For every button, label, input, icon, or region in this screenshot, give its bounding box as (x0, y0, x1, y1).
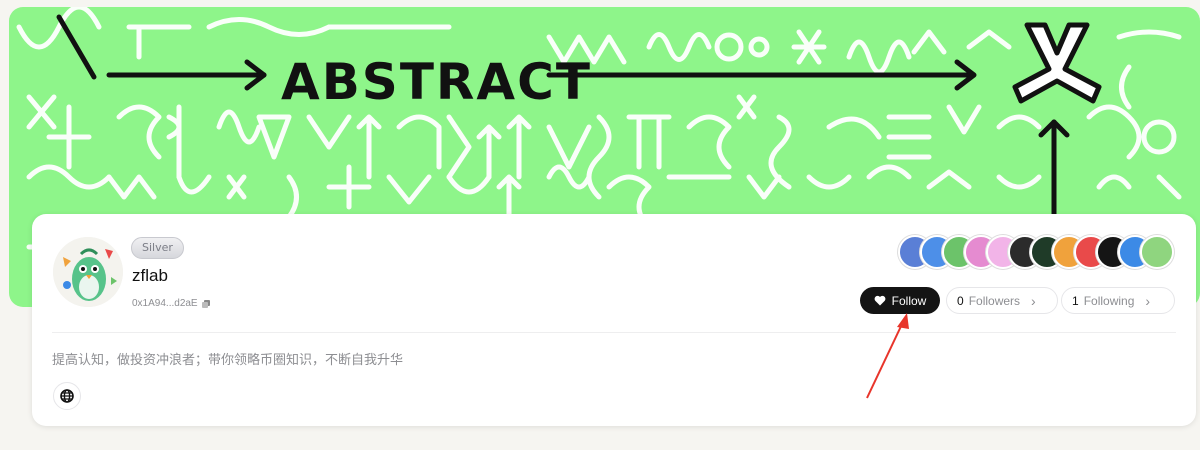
wallet-address: 0x1A94...d2aE (132, 298, 210, 309)
following-label: Following (1083, 293, 1135, 308)
banner-title: ABSTRACT (281, 53, 592, 111)
divider (52, 332, 1176, 333)
username: zflab (132, 266, 168, 285)
chevron-right-icon: › (1145, 292, 1151, 309)
following-button[interactable]: 1 Following › (1061, 287, 1175, 314)
avatar[interactable] (53, 237, 123, 307)
profile-card: Silver zflab 0x1A94...d2aE Follow 0 Foll… (32, 214, 1196, 426)
globe-icon (60, 389, 74, 403)
copy-icon[interactable] (201, 299, 210, 308)
following-count: 1 (1072, 293, 1079, 308)
follow-label: Follow (891, 293, 927, 308)
heart-icon (874, 295, 886, 306)
website-button[interactable] (53, 382, 81, 410)
badge-collection (898, 235, 1178, 269)
followers-count: 0 (957, 293, 964, 308)
abstract-logo (1012, 22, 1102, 104)
chevron-right-icon: › (1031, 292, 1036, 309)
wallet-address-text: 0x1A94...d2aE (132, 298, 198, 309)
follow-button[interactable]: Follow (860, 287, 940, 314)
followers-button[interactable]: 0 Followers › (946, 287, 1058, 314)
profile-bio: 提高认知，做投资冲浪者；带你领略币圈知识，不断自我升华 (52, 353, 404, 368)
followers-label: Followers (968, 293, 1021, 308)
tier-badge: Silver (131, 237, 184, 259)
green-diamond-badge-icon[interactable] (1140, 235, 1174, 269)
